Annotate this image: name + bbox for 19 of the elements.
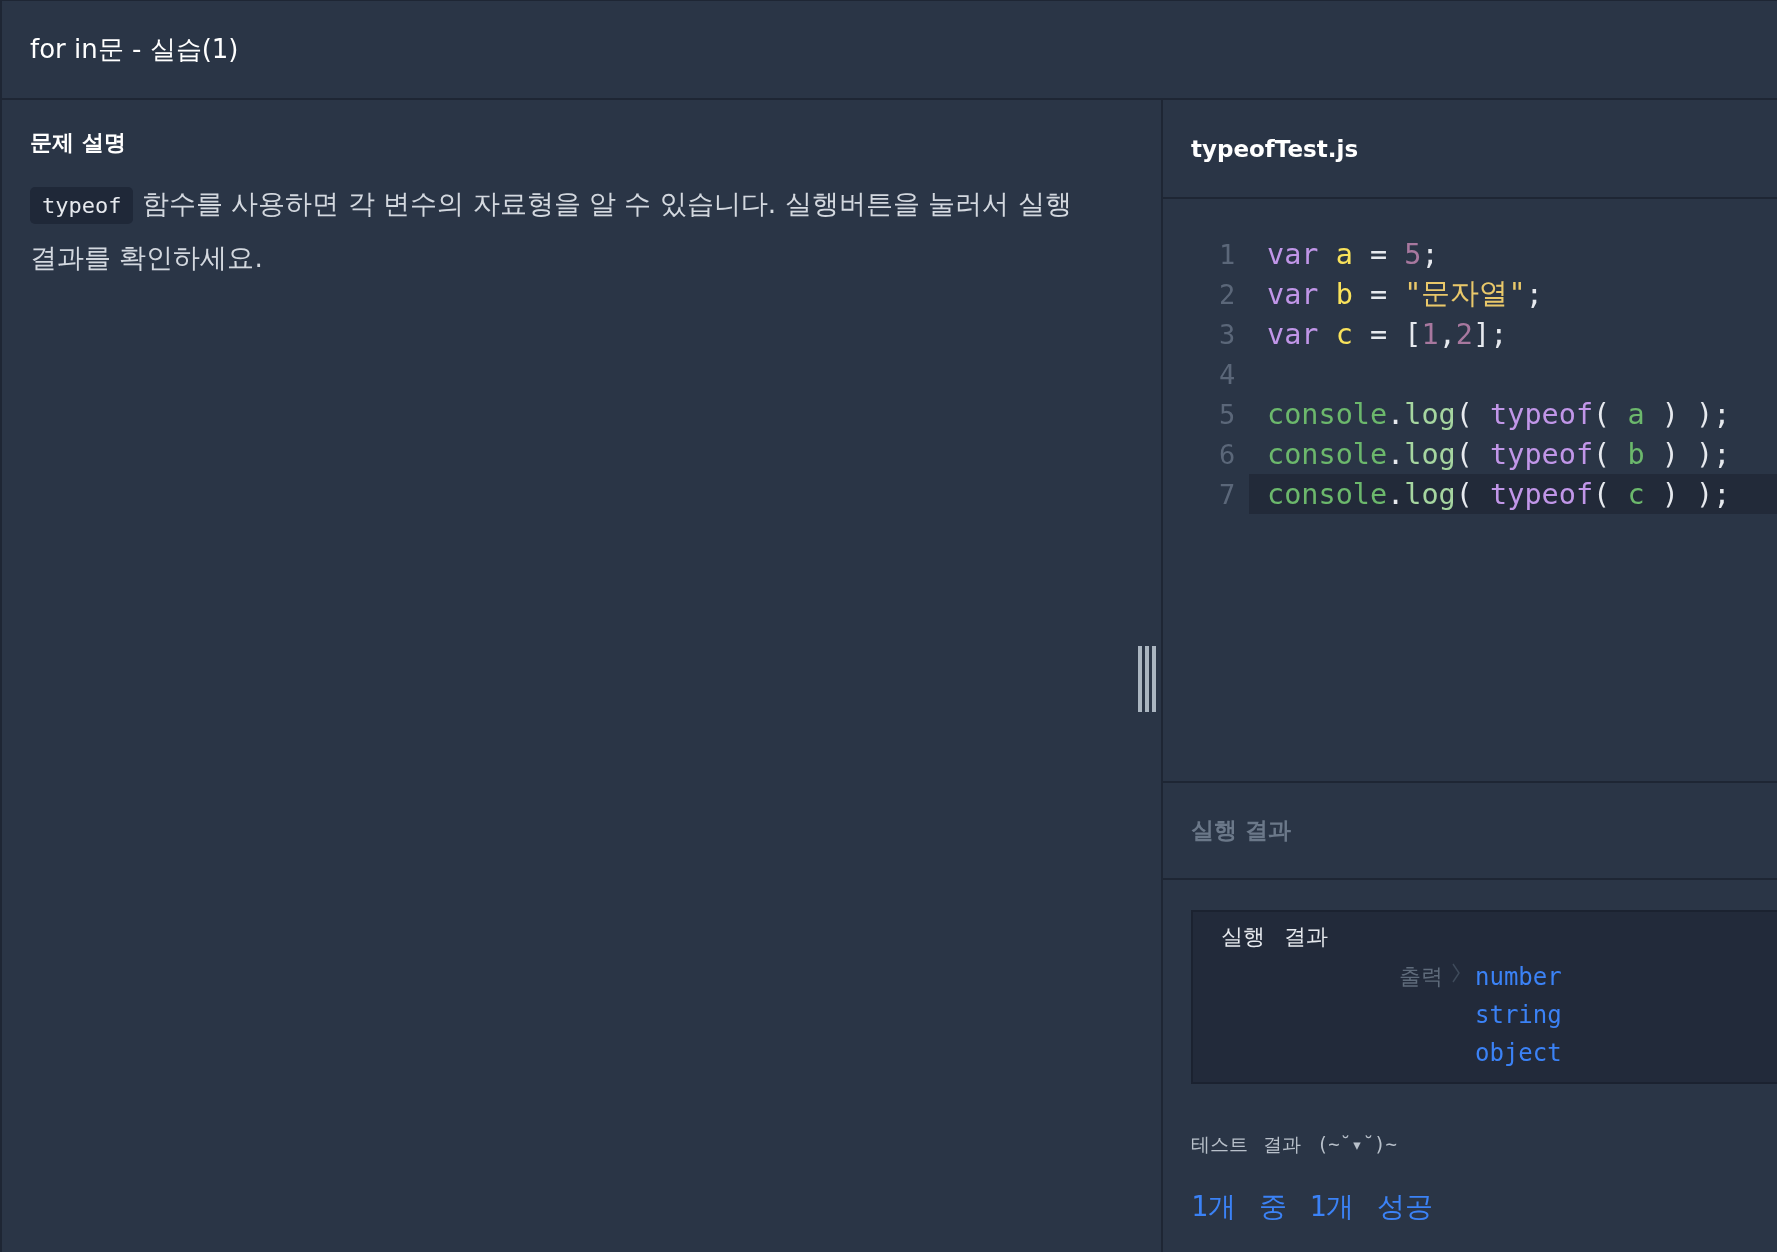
output-line: object <box>1475 1038 1562 1069</box>
resize-handle[interactable] <box>1138 646 1156 712</box>
section-heading: 실행 결과 <box>1191 816 1291 845</box>
code-line: var b = "문자열"; <box>1266 276 1544 313</box>
console-title: 실행 결과 <box>1221 923 1330 951</box>
code-line: var c = [1,2]; <box>1266 316 1509 353</box>
output-label: 출력 <box>1399 963 1443 991</box>
code-line: console.log( typeof( a ) ); <box>1266 396 1732 433</box>
output-line: string <box>1475 1000 1562 1031</box>
code-line: console.log( typeof( b ) ); <box>1266 436 1732 473</box>
test-result-label: 테스트 결과 (~˘▾˘)~ <box>1191 1132 1398 1157</box>
test-summary: 1개 중 1개 성공 <box>1191 1189 1435 1225</box>
file-name: typeofTest.js <box>1191 135 1359 162</box>
chevron-icon <box>1451 962 1461 984</box>
code-line: var a = 5; <box>1266 236 1440 273</box>
output-line: number <box>1475 962 1562 993</box>
page-title: for in문 - 실습(1) <box>30 33 239 66</box>
problem-description: typeof 함수를 사용하면 각 변수의 자료형을 알 수 있습니다. 실행버튼을 눌러서 실행 결과를 확인하세요. <box>30 186 1073 275</box>
section-heading: 문제 설명 <box>30 129 127 157</box>
